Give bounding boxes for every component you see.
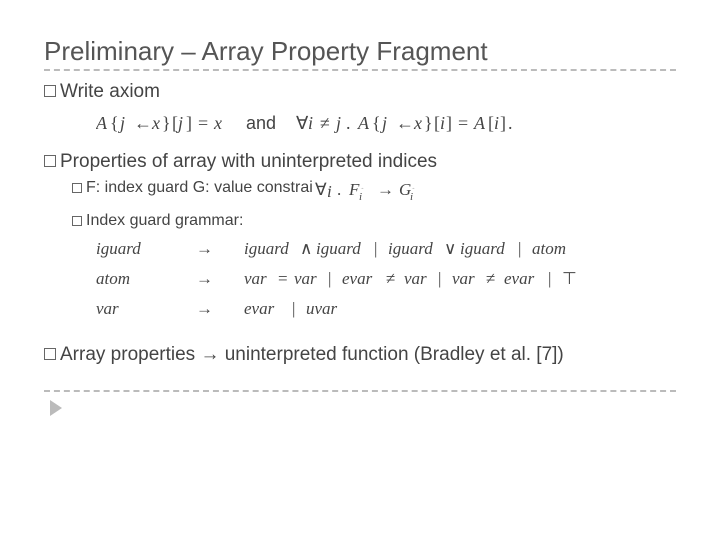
svg-text:i: i [327,182,332,201]
svg-text:var: var [404,269,427,288]
svg-text:→: → [196,269,213,288]
svg-text:]: ] [186,113,192,133]
svg-text:→: → [411,185,415,190]
svg-text:.: . [508,113,513,133]
svg-text:iguard: iguard [460,239,505,258]
array-properties-prefix: Array properties [60,344,200,365]
svg-text:atom: atom [532,239,566,258]
svg-text:iguard: iguard [388,239,433,258]
square-bullet-icon [44,85,56,97]
svg-text:i: i [359,191,362,201]
svg-text:∨: ∨ [444,239,456,258]
svg-text:j: j [118,113,125,133]
footer-divider [44,390,676,392]
square-bullet-icon [44,155,56,167]
svg-text:i: i [440,113,445,133]
svg-text:uvar: uvar [306,299,338,318]
svg-text:A: A [473,113,486,133]
svg-text:atom: atom [96,269,130,288]
svg-text:≠: ≠ [320,113,330,133]
svg-text:]: ] [500,113,506,133]
bullet-array-properties: Array properties → uninterpreted functio… [44,344,676,366]
svg-text:|: | [328,269,331,288]
write-axiom-label: Write axiom [60,81,160,103]
svg-text:}: } [162,113,171,133]
svg-text:=: = [278,269,288,288]
svg-text:}: } [424,113,433,133]
svg-text:i: i [308,113,313,133]
svg-text:|: | [548,269,551,288]
bullet-f-index: F: index guard G: value constrai ∀ → i .… [72,179,676,206]
svg-text:and: and [246,113,276,133]
svg-text:→: → [377,180,394,199]
title-divider [44,69,676,71]
svg-text:evar: evar [504,269,535,288]
svg-text:{: { [110,113,119,133]
svg-text:←: ← [134,113,152,133]
svg-text:j: j [176,113,183,133]
svg-text:|: | [374,239,377,258]
footer-arrow-icon [50,400,676,421]
svg-text:var: var [96,299,119,318]
bullet-write-axiom: Write axiom [44,81,676,103]
svg-text:{: { [372,113,381,133]
page-title: Preliminary – Array Property Fragment [44,36,676,67]
svg-text:var: var [244,269,267,288]
svg-text:j: j [334,113,341,133]
grammar-block: iguard → iguard ∧ iguard | iguard ∨ igua… [96,234,676,326]
svg-text:i: i [494,113,499,133]
square-bullet-icon [44,348,56,360]
svg-text:⊤: ⊤ [562,269,577,288]
svg-text:i: i [410,191,413,201]
bullet-properties: Properties of array with uninterpreted i… [44,151,676,173]
svg-text:]: ] [446,113,452,133]
svg-text:.: . [346,113,351,133]
svg-text:∀: ∀ [315,180,327,199]
svg-text:=: = [198,113,208,133]
square-bullet-icon [72,183,82,193]
svg-text:evar: evar [244,299,275,318]
svg-text:x: x [213,113,222,133]
svg-text:j: j [380,113,387,133]
arrow-icon: → [200,344,219,365]
write-axiom-formula: A { j ← x } [ j ] = x and ∀ i ≠ j . A { … [96,109,676,137]
svg-text:→: → [360,185,364,190]
svg-text:∧: ∧ [300,239,312,258]
svg-text:iguard: iguard [316,239,361,258]
svg-text:iguard: iguard [96,239,141,258]
properties-label: Properties of array with uninterpreted i… [60,151,437,173]
svg-text:|: | [292,299,295,318]
svg-text:≠: ≠ [386,269,395,288]
svg-text:=: = [458,113,468,133]
svg-text:A: A [357,113,370,133]
array-properties-suffix: uninterpreted function (Bradley et al. [… [219,344,563,365]
svg-text:var: var [294,269,317,288]
fg-quantifier-formula: ∀ → i . F → i → G → i [315,179,445,206]
svg-text:x: x [413,113,422,133]
svg-text:→: → [196,239,213,258]
svg-text:|: | [438,269,441,288]
svg-text:.: . [337,180,341,199]
svg-text:var: var [452,269,475,288]
svg-text:x: x [151,113,160,133]
svg-text:→: → [196,299,213,318]
f-index-label: F: index guard G: value constrai [86,179,313,197]
index-guard-label: Index guard grammar: [86,212,243,230]
svg-text:≠: ≠ [486,269,495,288]
svg-text:←: ← [396,113,414,133]
svg-text:A: A [96,113,108,133]
svg-text:iguard: iguard [244,239,289,258]
svg-text:evar: evar [342,269,373,288]
bullet-index-guard: Index guard grammar: [72,212,676,230]
svg-text:|: | [518,239,521,258]
square-bullet-icon [72,216,82,226]
